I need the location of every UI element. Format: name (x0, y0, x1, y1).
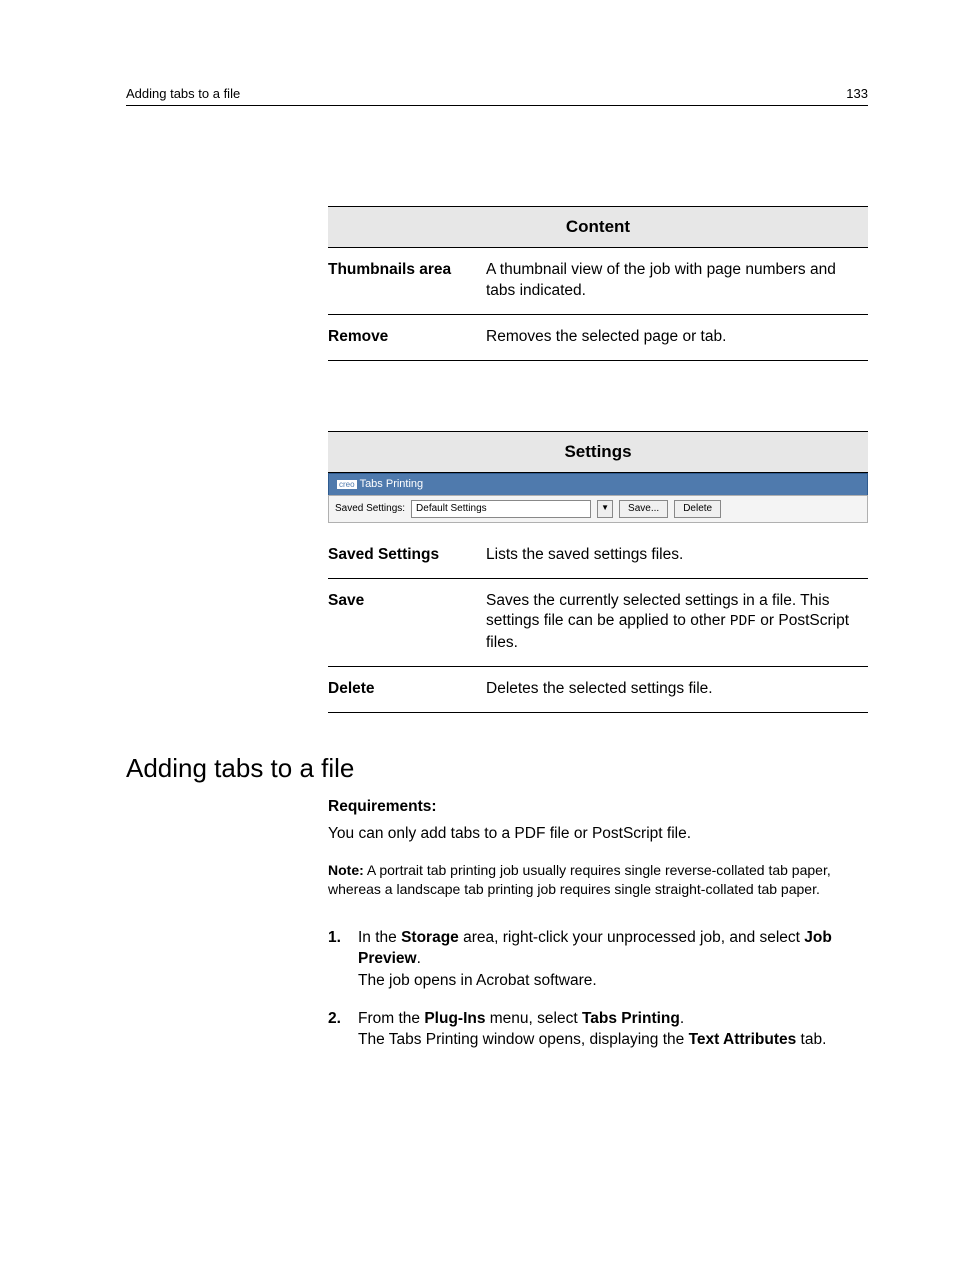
creo-icon: creo (337, 480, 357, 489)
settings-row-key: Saved Settings (328, 533, 486, 578)
header-left: Adding tabs to a file (126, 86, 240, 101)
step-body: In the Storage area, right-click your un… (358, 929, 832, 968)
note-label: Note: (328, 862, 364, 878)
content-row-value: Removes the selected page or tab. (486, 314, 868, 360)
saved-settings-label: Saved Settings: (335, 502, 405, 516)
tabs-printing-titlebar: creoTabs Printing (328, 473, 868, 495)
delete-button[interactable]: Delete (674, 500, 721, 518)
step-result: The Tabs Printing window opens, displayi… (358, 1031, 826, 1048)
step-body: From the Plug-Ins menu, select Tabs Prin… (358, 1010, 684, 1027)
running-header: Adding tabs to a file 133 (126, 86, 868, 106)
saved-settings-toolbar: Saved Settings: ▼ Save... Delete (328, 495, 868, 523)
content-row-key: Remove (328, 314, 486, 360)
content-row-key: Thumbnails area (328, 248, 486, 315)
save-button[interactable]: Save... (619, 500, 668, 518)
settings-table-title: Settings (328, 431, 868, 472)
header-right: 133 (846, 86, 868, 101)
saved-settings-select[interactable] (411, 500, 591, 518)
requirements-label: Requirements: (328, 798, 868, 816)
steps-list: In the Storage area, right-click your un… (328, 927, 868, 1051)
step: From the Plug-Ins menu, select Tabs Prin… (328, 1008, 868, 1051)
note-text: A portrait tab printing job usually requ… (328, 862, 831, 897)
note: Note: A portrait tab printing job usuall… (328, 861, 868, 899)
content-row-value: A thumbnail view of the job with page nu… (486, 248, 868, 315)
tabs-printing-title: Tabs Printing (360, 478, 424, 490)
chevron-down-icon[interactable]: ▼ (597, 500, 613, 518)
requirements-text: You can only add tabs to a PDF file or P… (328, 824, 868, 845)
settings-row-value: Lists the saved settings files. (486, 533, 868, 578)
settings-row-value: Deletes the selected settings file. (486, 666, 868, 712)
step-result: The job opens in Acrobat software. (358, 972, 597, 989)
content-table-title: Content (328, 207, 868, 248)
settings-row-key: Save (328, 578, 486, 666)
section-heading: Adding tabs to a file (126, 753, 868, 784)
settings-row-value: Saves the currently selected settings in… (486, 578, 868, 666)
settings-row-key: Delete (328, 666, 486, 712)
step: In the Storage area, right-click your un… (328, 927, 868, 992)
content-table: Content Thumbnails area A thumbnail view… (328, 206, 868, 361)
settings-table: Settings creoTabs Printing Saved Setting… (328, 431, 868, 713)
